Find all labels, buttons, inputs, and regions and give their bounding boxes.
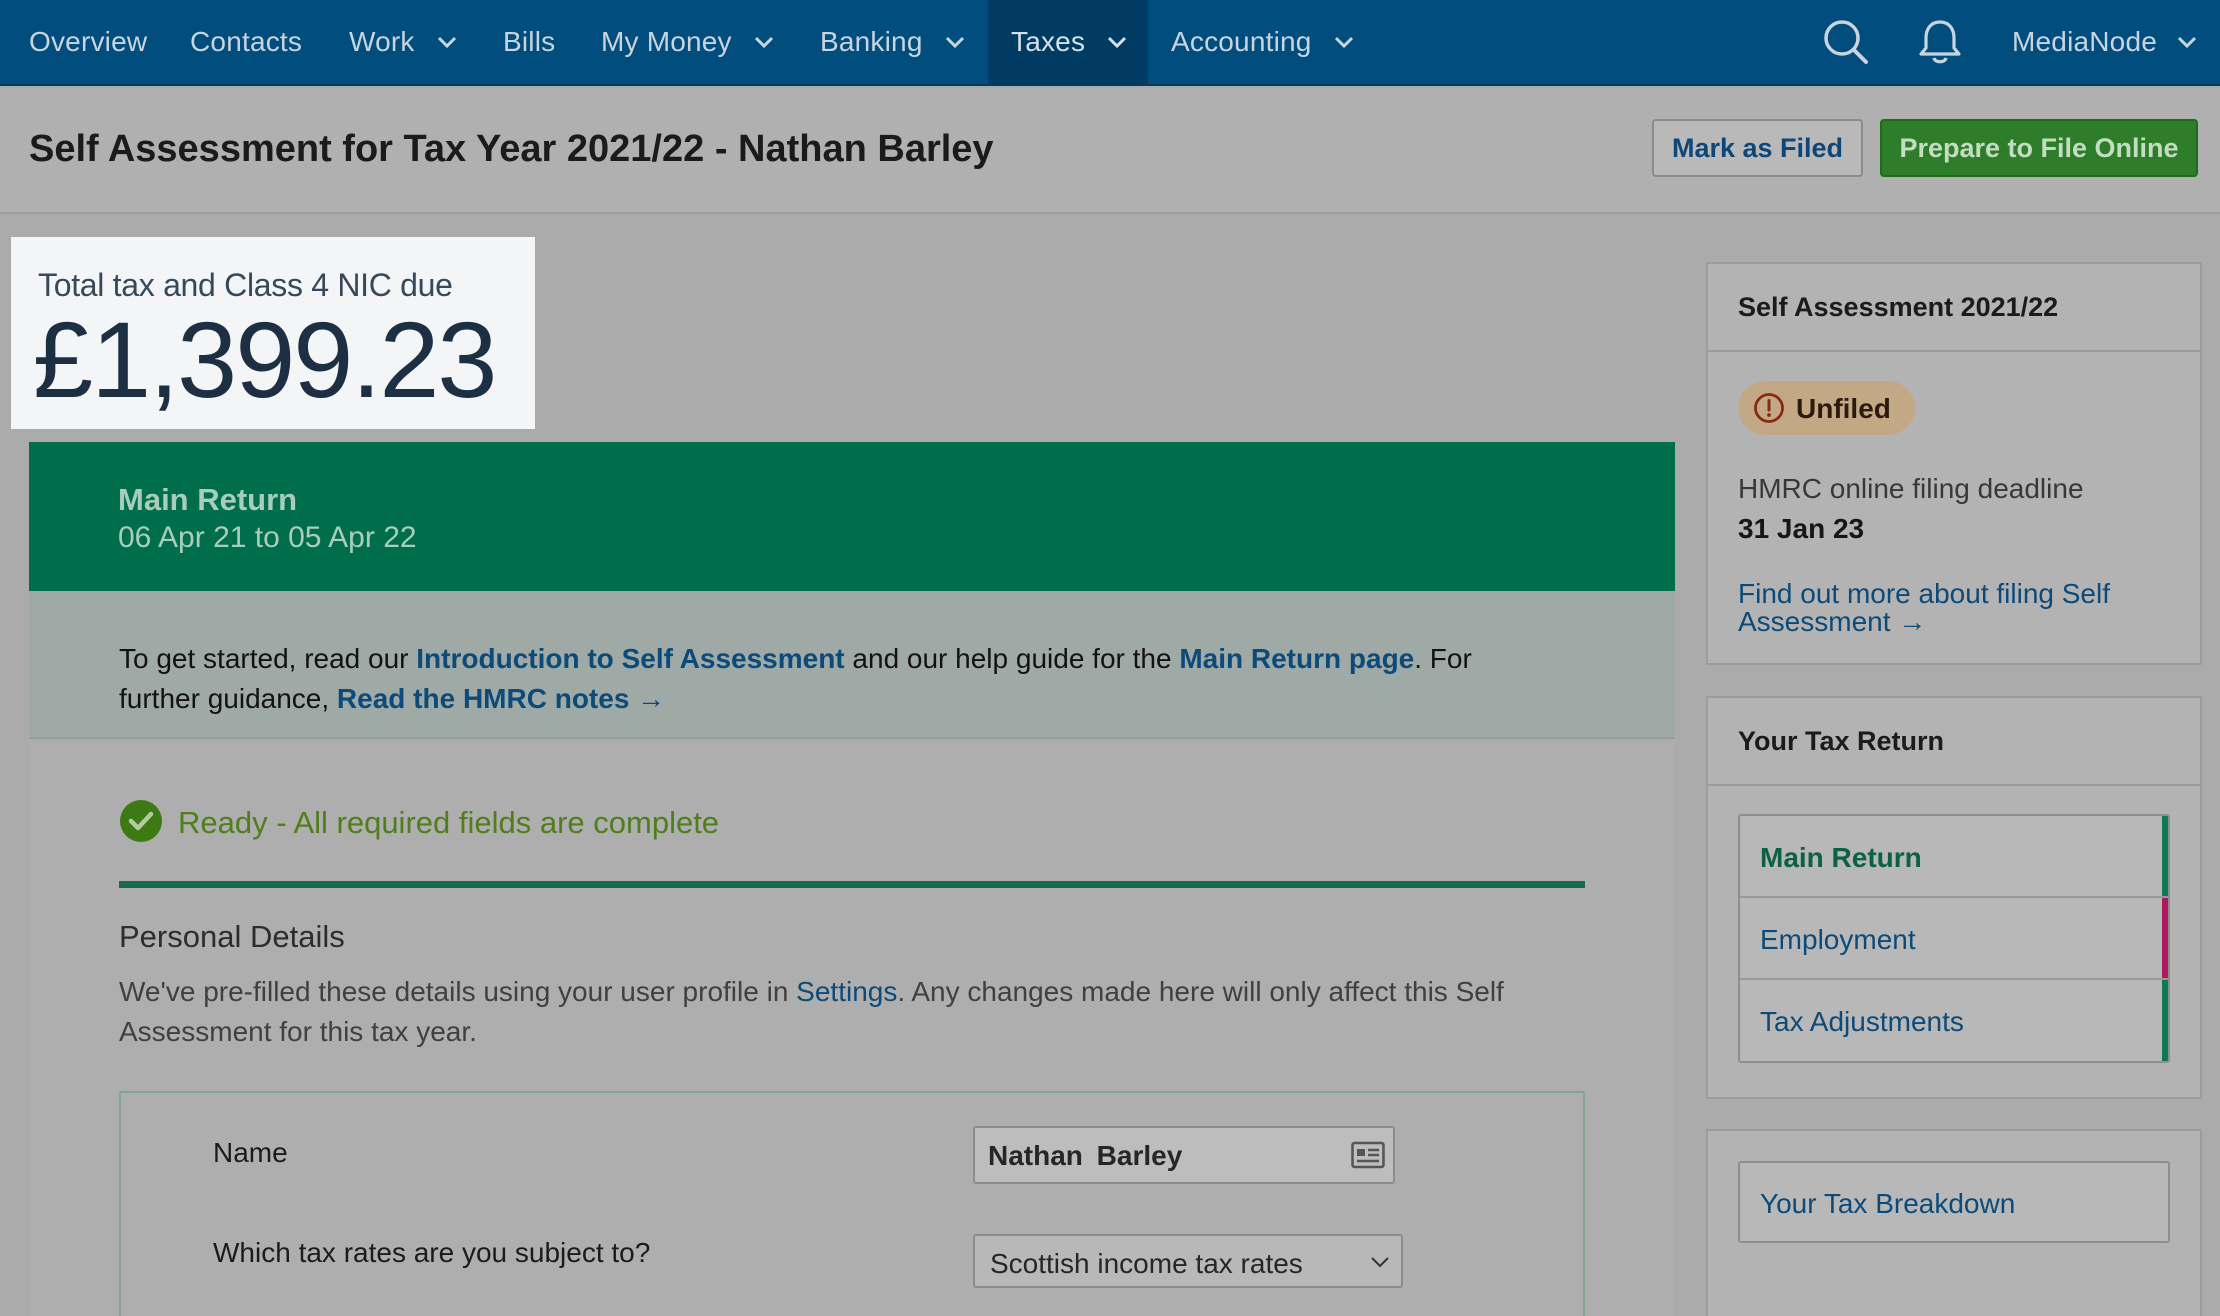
- tax-return-item-label: Employment: [1760, 924, 1916, 955]
- settings-link[interactable]: Settings: [796, 976, 897, 1007]
- chevron-down-icon: [1371, 1257, 1389, 1268]
- chevron-down-icon: [754, 36, 773, 49]
- intro-to-self-assessment-link[interactable]: Introduction to Self Assessment: [416, 643, 844, 674]
- tax-return-item-main-return[interactable]: Main Return: [1740, 816, 2168, 898]
- total-tax-card: Total tax and Class 4 NIC due £1,399.23: [11, 237, 535, 429]
- account-name: MediaNode: [2012, 26, 2157, 57]
- page-title: Self Assessment for Tax Year 2021/22 - N…: [29, 128, 994, 170]
- nav-item-contacts[interactable]: Contacts: [190, 0, 302, 84]
- nav-item-label: My Money: [601, 26, 732, 57]
- section-heading: Personal Details: [119, 919, 345, 954]
- tax-return-item-tax-adjustments[interactable]: Tax Adjustments: [1740, 980, 2168, 1061]
- tax-rates-value: Scottish income tax rates: [990, 1248, 1303, 1279]
- nav-item-my-money[interactable]: My Money: [601, 0, 778, 84]
- nav-item-taxes[interactable]: Taxes: [988, 0, 1148, 84]
- status-badge-label: Unfiled: [1796, 393, 1891, 424]
- banner-title: Main Return: [118, 482, 298, 517]
- intro-text-part: and our help guide for the: [844, 643, 1180, 674]
- tax-return-item-employment[interactable]: Employment: [1740, 898, 2168, 980]
- tax-breakdown-label: Your Tax Breakdown: [1760, 1188, 2016, 1219]
- personal-details-form: Name Nathan Barley Which tax rates are y…: [119, 1091, 1585, 1316]
- tax-return-card: Your Tax Return Main Return Employment T…: [1706, 696, 2202, 1099]
- intro-text-part: To get started, read our: [119, 643, 417, 674]
- chevron-down-icon: [945, 36, 964, 49]
- top-nav: Overview Contacts Work Bills My Money Ba…: [0, 0, 2220, 86]
- ready-status-text: Ready - All required fields are complete: [178, 805, 720, 840]
- nav-item-label: Banking: [820, 26, 923, 57]
- card-title: Your Tax Return: [1738, 726, 1945, 756]
- item-accent: [2162, 898, 2168, 978]
- tax-rates-label: Which tax rates are you subject to?: [213, 1237, 651, 1268]
- section-description-part: We've pre-filled these details using you…: [119, 976, 797, 1007]
- section-description: We've pre-filled these details using you…: [119, 972, 1539, 1052]
- nav-item-bills[interactable]: Bills: [503, 0, 555, 84]
- banner-dates: 06 Apr 21 to 05 Apr 22: [118, 521, 417, 554]
- tax-breakdown-button[interactable]: Your Tax Breakdown: [1738, 1161, 2170, 1243]
- chevron-down-icon: [1334, 36, 1353, 49]
- nav-item-label: Work: [349, 26, 415, 57]
- nav-item-label: Contacts: [190, 26, 303, 57]
- personal-details-section: Ready - All required fields are complete…: [29, 741, 1675, 1316]
- nav-item-label: Accounting: [1171, 26, 1312, 57]
- status-badge: Unfiled: [1738, 381, 1915, 435]
- mark-as-filed-button[interactable]: Mark as Filed: [1652, 119, 1863, 177]
- filing-info-link[interactable]: Find out more about filing Self Assessme…: [1738, 580, 2158, 636]
- item-accent: [2162, 816, 2168, 896]
- total-tax-amount: £1,399.23: [33, 299, 497, 420]
- tax-rates-select[interactable]: Scottish income tax rates: [973, 1234, 1403, 1288]
- card-header: Self Assessment 2021/22: [1708, 264, 2200, 352]
- account-menu[interactable]: MediaNode: [2012, 0, 2201, 84]
- name-value: Nathan Barley: [988, 1140, 1183, 1171]
- hmrc-notes-link[interactable]: Read the HMRC notes →: [337, 683, 665, 714]
- nav-item-label: Overview: [29, 26, 148, 57]
- search-icon[interactable]: [1820, 16, 1872, 68]
- chevron-down-icon: [437, 36, 456, 49]
- tax-return-nav: Main Return Employment Tax Adjustments: [1738, 814, 2170, 1063]
- tax-breakdown-card: Your Tax Breakdown: [1706, 1129, 2202, 1316]
- item-accent: [2162, 980, 2168, 1061]
- tax-return-item-label: Tax Adjustments: [1760, 1006, 1964, 1037]
- card-title: Self Assessment 2021/22: [1738, 292, 2059, 322]
- main-return-banner: Main Return 06 Apr 21 to 05 Apr 22: [29, 442, 1675, 591]
- intro-box: To get started, read our Introduction to…: [29, 591, 1675, 739]
- contact-card-icon[interactable]: [1351, 1140, 1385, 1170]
- nav-item-label: Taxes: [1011, 26, 1086, 57]
- main-return-guide-link[interactable]: Main Return page: [1179, 643, 1414, 674]
- nav-item-work[interactable]: Work: [349, 0, 461, 84]
- deadline-date: 31 Jan 23: [1738, 513, 1865, 544]
- ready-progress-bar: [119, 881, 1585, 888]
- bell-icon[interactable]: [1914, 16, 1966, 68]
- alert-circle-icon: [1754, 393, 1784, 423]
- name-label: Name: [213, 1137, 288, 1168]
- nav-item-overview[interactable]: Overview: [29, 0, 147, 84]
- nav-item-label: Bills: [503, 26, 556, 57]
- page-header: Self Assessment for Tax Year 2021/22 - N…: [0, 88, 2220, 214]
- prepare-to-file-online-button[interactable]: Prepare to File Online: [1880, 119, 2198, 177]
- name-field[interactable]: Nathan Barley: [973, 1126, 1395, 1184]
- intro-text: To get started, read our Introduction to…: [119, 639, 1539, 719]
- chevron-down-icon: [1108, 36, 1127, 49]
- card-header: Your Tax Return: [1708, 698, 2200, 786]
- check-circle-icon: [120, 800, 162, 842]
- self-assessment-card: Self Assessment 2021/22 Unfiled HMRC onl…: [1706, 262, 2202, 665]
- tax-return-item-label: Main Return: [1760, 842, 1922, 873]
- deadline-label: HMRC online filing deadline: [1738, 473, 2084, 504]
- nav-item-banking[interactable]: Banking: [820, 0, 969, 84]
- chevron-down-icon: [2177, 36, 2197, 49]
- nav-item-accounting[interactable]: Accounting: [1171, 0, 1358, 84]
